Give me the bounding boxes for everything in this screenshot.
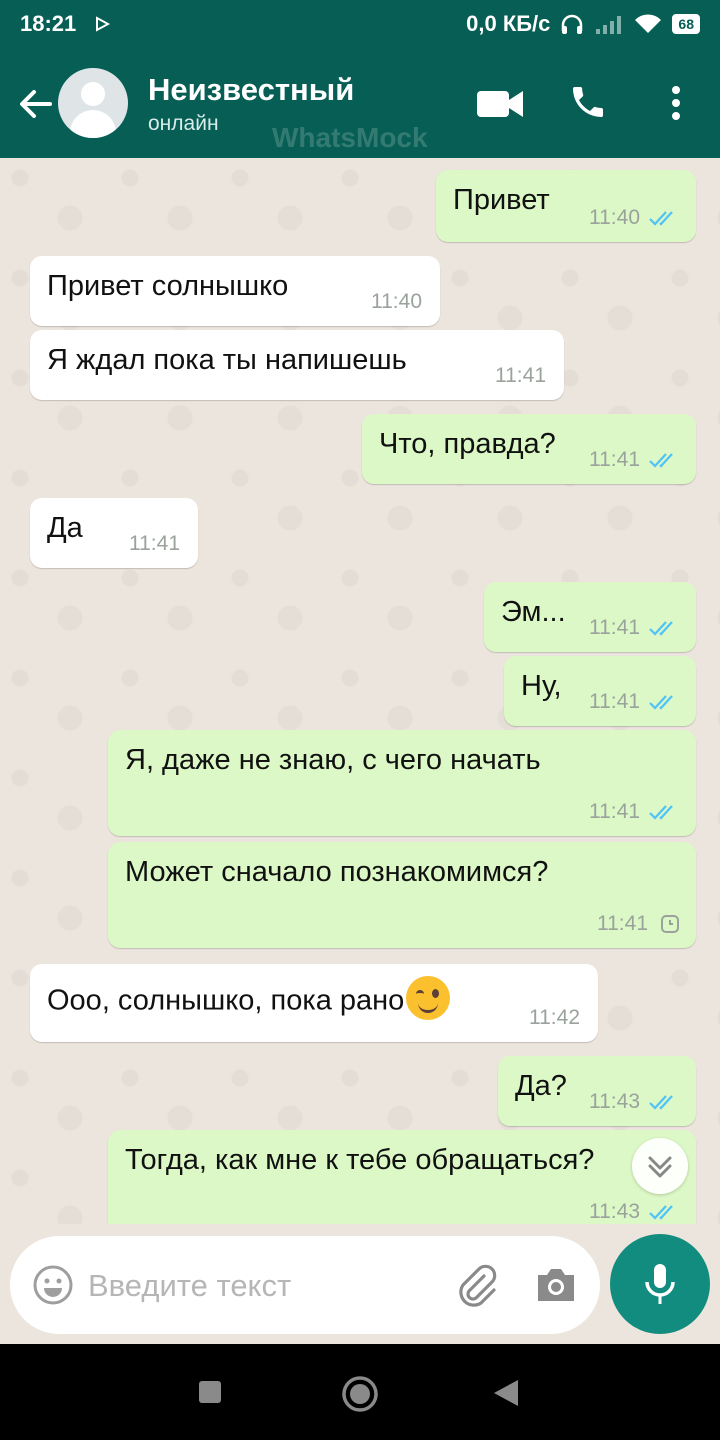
message-bubble[interactable]: Я, даже не знаю, с чего начать 11:41 [108,730,696,836]
message-bubble[interactable]: Привет солнышко 11:40 [30,256,440,326]
contact-status: онлайн [148,112,219,135]
back-arrow-icon[interactable] [16,84,56,124]
message-time: 11:43 [589,1090,640,1113]
double-check-icon [649,695,673,710]
double-check-icon [649,453,673,468]
mic-icon [645,1264,675,1304]
emoji-icon[interactable] [32,1264,74,1306]
message-text: Ооо, солнышко, пока рано [47,984,405,1017]
chat-area[interactable]: Привет 11:40 Привет солнышко 11:40 Я жда… [0,158,720,1224]
message-time: 11:42 [529,1006,580,1029]
message-time: 11:43 [589,1200,640,1223]
message-time: 11:41 [589,690,640,713]
message-text: Что, правда? [379,428,556,460]
message-time: 11:41 [597,912,648,935]
phone-icon[interactable] [568,82,608,122]
message-text: Да [47,512,83,544]
double-check-icon [649,621,673,636]
home-icon[interactable] [340,1374,380,1414]
message-time: 11:41 [589,800,640,823]
message-text: Да? [515,1070,567,1102]
scroll-down-button[interactable] [632,1138,688,1194]
message-time: 11:40 [589,206,640,229]
message-bubble[interactable]: Я ждал пока ты напишешь 11:41 [30,330,564,400]
message-text: Тогда, как мне к тебе обращаться? [125,1144,595,1176]
more-vert-icon[interactable] [666,84,686,124]
message-time: 11:41 [589,616,640,639]
battery-icon: 68 [672,14,700,34]
contact-name[interactable]: Неизвестный [148,72,354,108]
message-time: 11:40 [371,290,422,313]
chevron-double-down-icon [648,1156,672,1178]
message-bubble[interactable]: Да 11:41 [30,498,198,568]
input-placeholder: Введите текст [88,1268,292,1303]
status-bar: 18:21 0,0 КБ/с 68 [0,0,720,48]
message-bubble[interactable]: Тогда, как мне к тебе обращаться? 11:43 [108,1130,696,1224]
message-text: Я ждал пока ты напишешь [47,344,407,376]
message-bubble[interactable]: Ооо, солнышко, пока рано 11:42 [30,964,598,1042]
message-bubble[interactable]: Ну, 11:41 [504,656,696,726]
message-time: 11:41 [495,364,546,387]
message-time: 11:41 [129,532,180,555]
message-bubble[interactable]: Может сначало познакомимся? 11:41 [108,842,696,948]
attach-icon[interactable] [454,1262,500,1308]
message-text: Эм... [501,596,566,628]
back-icon[interactable] [492,1378,520,1408]
avatar[interactable] [58,68,128,138]
message-bubble[interactable]: Привет 11:40 [436,170,696,242]
status-time: 18:21 [20,11,77,36]
network-speed: 0,0 КБ/с [466,11,551,36]
input-bar: Введите текст [0,1224,720,1344]
message-text: Привет солнышко [47,270,289,302]
message-text: Ну, [521,670,562,702]
headphones-icon [562,14,583,34]
message-text: Я, даже не знаю, с чего начать [125,744,541,776]
mic-button[interactable] [610,1234,710,1334]
clock-icon [661,915,679,933]
double-check-icon [649,211,673,226]
play-icon [96,16,111,32]
video-call-icon[interactable] [476,88,524,120]
message-text: Может сначало познакомимся? [125,856,549,888]
message-input[interactable]: Введите текст [10,1236,600,1334]
chat-header: Неизвестный онлайн WhatsMock [0,48,720,158]
signal-icon [596,16,622,34]
wifi-icon [635,14,662,33]
message-bubble[interactable]: Что, правда? 11:41 [362,414,696,484]
system-nav-bar [0,1344,720,1440]
watermark: WhatsMock [272,122,428,153]
double-check-icon [649,1205,673,1220]
camera-icon[interactable] [534,1266,578,1304]
double-check-icon [649,1095,673,1110]
message-bubble[interactable]: Эм... 11:41 [484,582,696,652]
winking-face-emoji [406,976,451,1020]
message-text: Привет [453,184,550,216]
message-time: 11:41 [589,448,640,471]
message-bubble[interactable]: Да? 11:43 [498,1056,696,1126]
double-check-icon [649,805,673,820]
recents-icon[interactable] [198,1380,222,1404]
